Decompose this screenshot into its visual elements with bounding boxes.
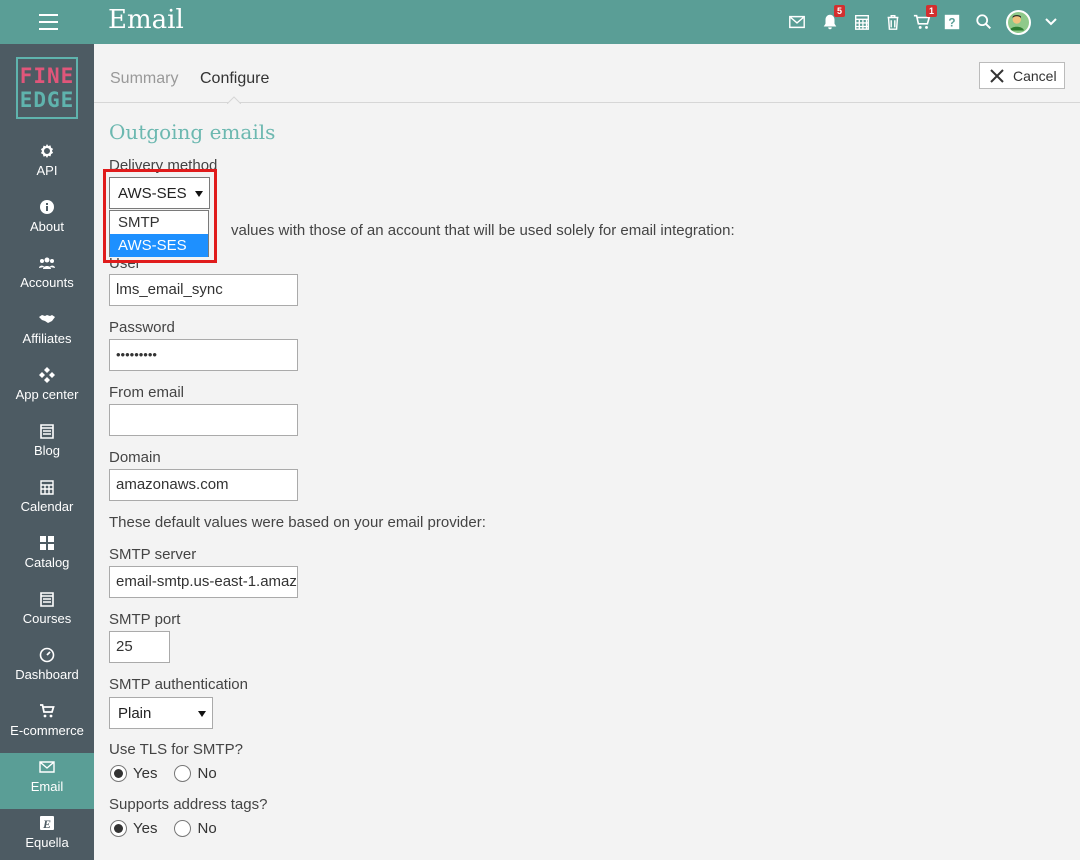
- smtp-port-label: SMTP port: [109, 611, 181, 628]
- tls-label: Use TLS for SMTP?: [109, 741, 243, 758]
- notifications-icon[interactable]: 5: [820, 5, 845, 32]
- sidebar-item-accounts[interactable]: Accounts: [0, 249, 94, 305]
- smtp-auth-label: SMTP authentication: [109, 676, 248, 693]
- help-icon[interactable]: ?: [942, 12, 962, 32]
- delivery-method-select[interactable]: AWS-SES: [109, 177, 210, 209]
- chevron-down-icon[interactable]: [1043, 14, 1059, 30]
- trash-icon[interactable]: [883, 12, 903, 32]
- menu-icon[interactable]: [39, 14, 58, 30]
- sidebar: FINE EDGE API About Accounts Affiliates …: [0, 44, 94, 860]
- dropdown-arrow-icon: [198, 711, 206, 717]
- domain-label: Domain: [109, 449, 161, 466]
- sidebar-item-equella[interactable]: E Equella: [0, 809, 94, 860]
- tab-bar: Summary Configure Cancel: [94, 44, 1080, 104]
- courses-icon: [39, 591, 55, 607]
- sidebar-item-about[interactable]: About: [0, 193, 94, 249]
- sidebar-item-blog[interactable]: Blog: [0, 417, 94, 473]
- domain-input[interactable]: amazonaws.com: [109, 469, 298, 501]
- smtp-server-input[interactable]: email-smtp.us-east-1.amazonaws.com: [109, 566, 298, 598]
- users-icon: [39, 255, 55, 271]
- instruction-text: values with those of an account that wil…: [231, 222, 735, 239]
- tab-caret-icon: [227, 96, 241, 104]
- tls-no-radio[interactable]: [174, 764, 192, 782]
- smtp-port-input[interactable]: 25: [109, 631, 170, 663]
- cart-icon: [39, 703, 55, 719]
- from-email-input[interactable]: [109, 404, 298, 436]
- apps-diamond-icon: [39, 367, 55, 383]
- defaults-note: These default values were based on your …: [109, 514, 486, 531]
- search-icon[interactable]: [974, 12, 994, 32]
- cart-badge: 1: [926, 5, 937, 17]
- tab-summary[interactable]: Summary: [110, 70, 178, 88]
- info-icon: [39, 199, 55, 215]
- gear-icon: [39, 143, 55, 159]
- cancel-button[interactable]: Cancel: [979, 62, 1065, 89]
- tags-yes-radio[interactable]: [110, 819, 127, 837]
- user-input[interactable]: lms_email_sync: [109, 274, 298, 306]
- top-bar: Email 5 1 ?: [0, 0, 1080, 44]
- grid-icon: [39, 535, 55, 551]
- sidebar-item-catalog[interactable]: Catalog: [0, 529, 94, 585]
- option-smtp[interactable]: SMTP: [110, 211, 208, 234]
- svg-text:E: E: [42, 817, 51, 831]
- cart-icon[interactable]: 1: [912, 5, 937, 32]
- dashboard-icon: [39, 647, 55, 663]
- sidebar-item-affiliates[interactable]: Affiliates: [0, 305, 94, 361]
- sidebar-item-courses[interactable]: Courses: [0, 585, 94, 641]
- password-input[interactable]: •••••••••: [109, 339, 298, 371]
- tab-configure[interactable]: Configure: [200, 70, 269, 88]
- sidebar-item-calendar[interactable]: Calendar: [0, 473, 94, 529]
- main-content: Summary Configure Cancel Outgoing emails…: [94, 44, 1080, 860]
- section-title: Outgoing emails: [109, 120, 276, 144]
- delivery-method-options: SMTP AWS-SES: [109, 210, 209, 257]
- equella-icon: E: [39, 815, 55, 831]
- svg-text:?: ?: [948, 17, 955, 30]
- tls-radio-group: Yes No: [110, 763, 234, 783]
- dropdown-arrow-icon: [195, 191, 203, 197]
- page-title: Email: [108, 5, 184, 35]
- envelope-icon: [39, 759, 55, 775]
- envelope-icon[interactable]: [787, 12, 807, 32]
- tags-no-radio[interactable]: [174, 819, 192, 837]
- sidebar-item-email[interactable]: Email: [0, 753, 94, 809]
- tls-yes-radio[interactable]: [110, 764, 127, 782]
- blog-icon: [39, 423, 55, 439]
- address-tags-label: Supports address tags?: [109, 796, 268, 813]
- calendar-icon[interactable]: [852, 12, 872, 32]
- smtp-auth-select[interactable]: Plain: [109, 697, 213, 729]
- close-icon: [990, 68, 1004, 83]
- sidebar-item-dashboard[interactable]: Dashboard: [0, 641, 94, 697]
- sidebar-item-api[interactable]: API: [0, 137, 94, 193]
- option-aws-ses[interactable]: AWS-SES: [110, 234, 208, 257]
- from-email-label: From email: [109, 384, 185, 401]
- handshake-icon: [39, 311, 55, 327]
- smtp-server-label: SMTP server: [109, 546, 197, 563]
- sidebar-item-e-commerce[interactable]: E-commerce: [0, 697, 94, 753]
- avatar[interactable]: [1006, 10, 1031, 35]
- sidebar-item-app-center[interactable]: App center: [0, 361, 94, 417]
- fine-edge-logo[interactable]: FINE EDGE: [16, 57, 78, 119]
- calendar-icon: [39, 479, 55, 495]
- address-tags-radio-group: Yes No: [110, 818, 234, 838]
- notifications-badge: 5: [834, 5, 845, 17]
- password-label: Password: [109, 319, 175, 336]
